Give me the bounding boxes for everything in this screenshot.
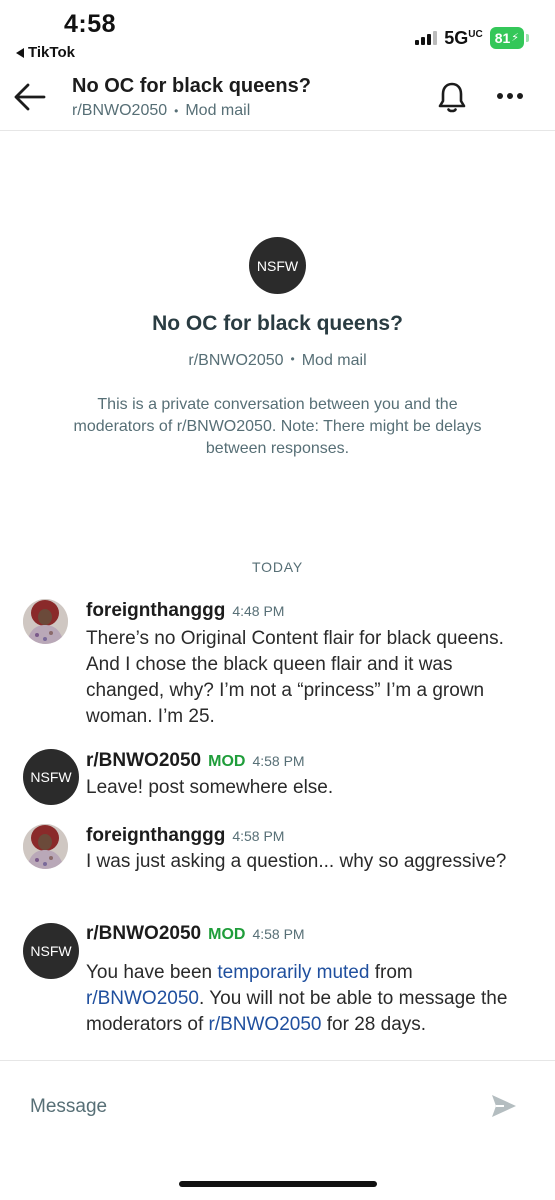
intro-subreddit[interactable]: r/BNWO2050: [188, 352, 283, 370]
mod-badge: MOD: [208, 753, 246, 770]
message-author[interactable]: foreignthanggg: [86, 825, 225, 847]
header-subreddit[interactable]: r/BNWO2050: [72, 102, 167, 120]
community-avatar[interactable]: NSFW: [23, 923, 79, 979]
mod-badge: MOD: [208, 926, 246, 943]
home-indicator: [179, 1181, 377, 1187]
message-body: Leave! post somewhere else.: [86, 777, 334, 798]
battery-cap: [526, 34, 529, 42]
message-text: You have been: [86, 962, 218, 983]
header-subtitle: r/BNWO2050 • Mod mail: [72, 102, 250, 120]
separator-dot: •: [174, 104, 179, 118]
status-time: 4:58: [64, 10, 117, 38]
separator-dot: •: [290, 352, 295, 366]
message-meta: r/BNWO2050 MOD 4:58 PM: [86, 750, 305, 772]
message-meta: foreignthanggg 4:48 PM: [86, 600, 284, 622]
subreddit-link[interactable]: r/BNWO2050: [209, 1014, 322, 1035]
message-time: 4:58 PM: [232, 828, 285, 844]
message-time: 4:58 PM: [252, 753, 305, 769]
message-time: 4:58 PM: [252, 926, 305, 942]
send-icon[interactable]: [490, 1093, 518, 1119]
muted-link[interactable]: temporarily muted: [217, 962, 369, 983]
conversation-title: No OC for black queens?: [152, 312, 403, 335]
page-title: No OC for black queens?: [72, 75, 311, 97]
cell-signal-icon: [415, 31, 438, 45]
bell-icon[interactable]: [436, 80, 468, 114]
back-arrow-icon[interactable]: [12, 82, 46, 112]
message-author[interactable]: r/BNWO2050: [86, 750, 201, 772]
intro-type: Mod mail: [301, 352, 367, 369]
back-to-app[interactable]: TikTok: [16, 44, 75, 61]
message-time: 4:48 PM: [232, 603, 285, 619]
user-avatar[interactable]: [23, 824, 68, 869]
message-author[interactable]: foreignthanggg: [86, 600, 225, 622]
status-indicators: 5GUC 81 ⚡: [415, 27, 529, 49]
message-body: You have been temporarily muted from r/B…: [86, 960, 521, 1038]
back-app-label: TikTok: [28, 44, 75, 61]
back-triangle-icon: [16, 47, 24, 58]
message-input[interactable]: [30, 1093, 470, 1121]
composer-divider: [0, 1060, 555, 1061]
user-photo-icon: [23, 599, 68, 644]
more-icon[interactable]: [495, 88, 525, 104]
user-avatar[interactable]: [23, 599, 68, 644]
conversation-subtitle: r/BNWO2050 • Mod mail: [0, 352, 555, 370]
message-body: I was just asking a question... why so a…: [86, 851, 507, 872]
header-divider: [0, 130, 555, 131]
message-author[interactable]: r/BNWO2050: [86, 923, 201, 945]
conversation-description: This is a private conversation between y…: [73, 396, 482, 457]
message-meta: foreignthanggg 4:58 PM: [86, 825, 284, 847]
network-type: 5GUC: [444, 27, 483, 48]
community-avatar[interactable]: NSFW: [23, 749, 79, 805]
message-meta: r/BNWO2050 MOD 4:58 PM: [86, 923, 305, 945]
subreddit-link[interactable]: r/BNWO2050: [86, 988, 199, 1009]
battery-icon: 81 ⚡: [489, 27, 524, 49]
day-separator: TODAY: [252, 559, 303, 575]
community-avatar: NSFW: [249, 237, 306, 294]
user-photo-icon: [23, 824, 68, 869]
message-body: There’s no Original Content flair for bl…: [86, 628, 504, 727]
message-text: for 28 days.: [321, 1014, 427, 1035]
message-text: from: [369, 962, 413, 983]
header-type: Mod mail: [185, 102, 251, 119]
